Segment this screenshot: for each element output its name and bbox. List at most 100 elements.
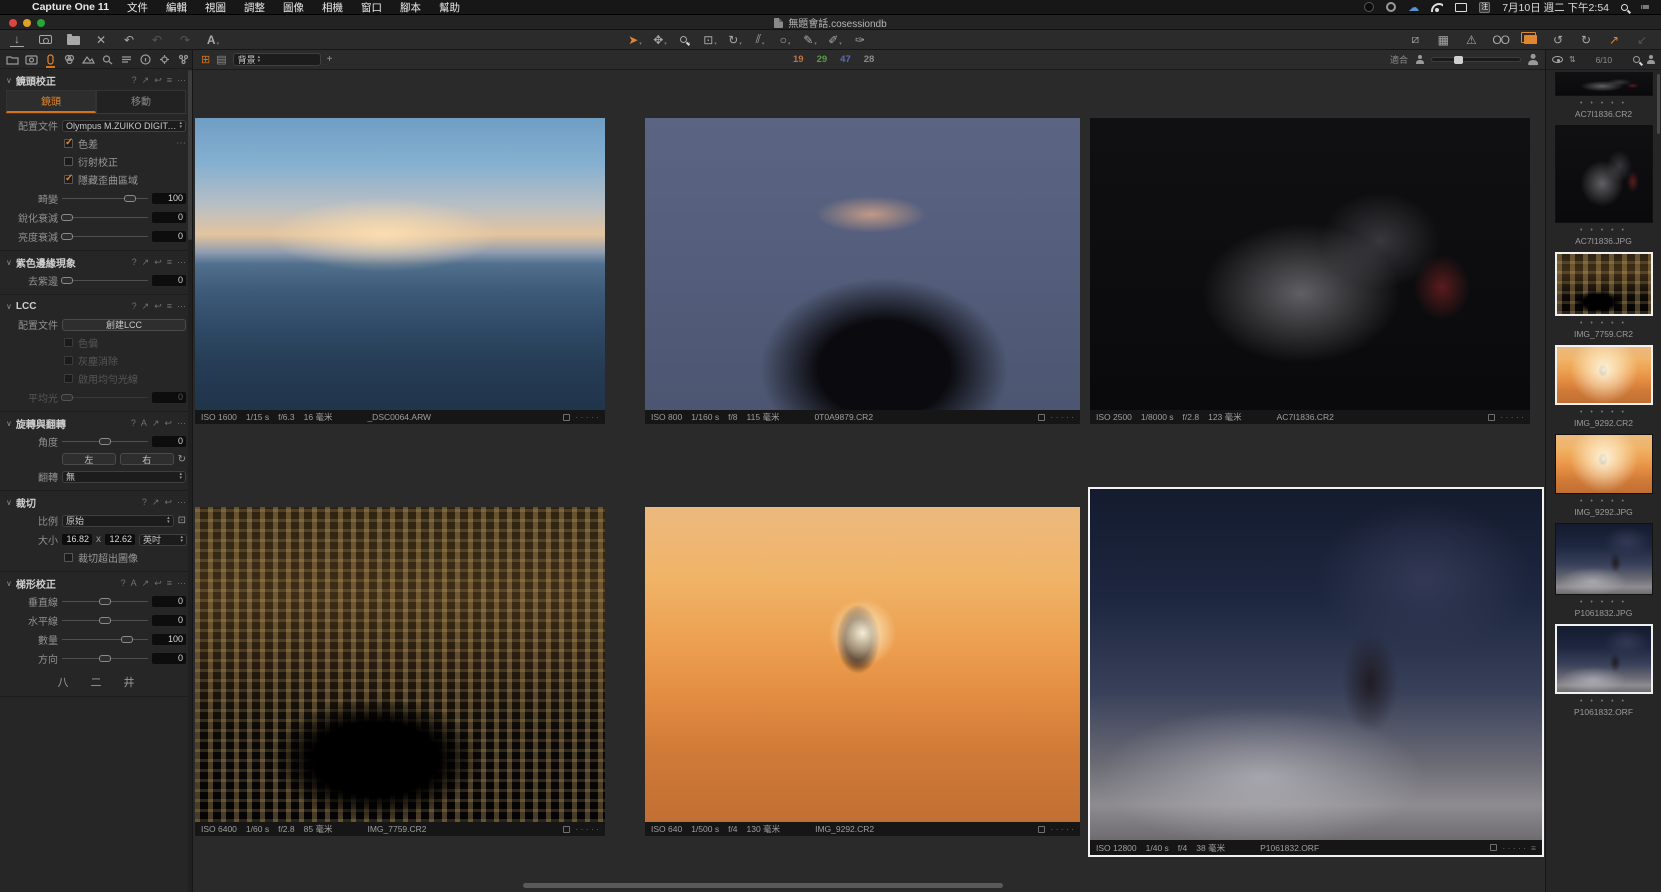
help-icon[interactable]: ? xyxy=(132,257,137,268)
reset-icon[interactable]: ↩ xyxy=(154,301,162,312)
pick-checkbox[interactable] xyxy=(1488,414,1495,421)
airplay-icon[interactable] xyxy=(1455,3,1467,12)
presets-menu-icon[interactable]: ≡ xyxy=(167,257,172,268)
face-filter-icon[interactable] xyxy=(1646,55,1655,64)
pick-checkbox[interactable] xyxy=(1038,414,1045,421)
action-menu-icon[interactable]: ⋯ xyxy=(177,418,186,429)
crop-unit-dropdown[interactable]: 英吋 ▴▾ xyxy=(139,534,187,546)
rotate-left-icon[interactable]: ↺ xyxy=(1551,33,1565,47)
help-icon[interactable]: ? xyxy=(132,75,137,86)
auto-adjust-icon[interactable]: A xyxy=(141,418,147,429)
collapse-chevron-icon[interactable]: ∨ xyxy=(6,302,12,311)
rotate-right-button[interactable]: 右 xyxy=(120,453,174,465)
action-menu-icon[interactable]: ⋯ xyxy=(177,301,186,312)
thumbnail[interactable] xyxy=(1555,523,1653,595)
tab-settings-icon[interactable] xyxy=(158,51,171,68)
pick-checkbox[interactable] xyxy=(563,414,570,421)
add-collection-button[interactable]: + xyxy=(327,54,333,65)
menu-edit[interactable]: 編輯 xyxy=(166,0,187,15)
import-adjustments-icon[interactable]: ↙ xyxy=(1635,33,1649,47)
rating-dots[interactable]: · · · · · xyxy=(1502,843,1526,853)
undo-icon[interactable]: ↶ xyxy=(122,33,136,47)
sort-filter-icon[interactable]: ⇅ xyxy=(1569,55,1575,64)
defringe-slider[interactable] xyxy=(62,276,148,285)
lens-profile-dropdown[interactable]: Olympus M.ZUIKO DIGITAL ED 12-1... ▴▾ xyxy=(62,120,186,132)
presets-menu-icon[interactable]: ≡ xyxy=(167,578,172,589)
status-app-icon[interactable] xyxy=(1386,2,1396,12)
angle-value[interactable]: 0 xyxy=(152,436,186,447)
redo-icon[interactable]: ↷ xyxy=(178,33,192,47)
rotate-left-button[interactable]: 左 xyxy=(62,453,116,465)
hide-distorted-areas-checkbox[interactable] xyxy=(64,175,73,184)
reset-icon[interactable]: ↩ xyxy=(164,497,172,508)
thumbnail[interactable] xyxy=(1555,72,1653,96)
thumbnail-selected[interactable] xyxy=(1555,252,1653,316)
crop-height-field[interactable]: 12.62 xyxy=(105,534,135,545)
pick-color-cursor-icon[interactable]: ✑ xyxy=(853,33,867,47)
exposure-warning-preview-icon[interactable]: ⧄ xyxy=(1408,33,1422,47)
pan-cursor-icon[interactable]: ✥▾ xyxy=(653,33,667,47)
straighten-tool-icon[interactable]: ↻ xyxy=(178,454,186,465)
copy-adjustment-icon[interactable]: ↗ xyxy=(152,497,160,508)
angle-slider[interactable] xyxy=(62,437,148,446)
tab-metadata-icon[interactable] xyxy=(120,51,133,68)
tab-capture-icon[interactable] xyxy=(25,51,38,68)
keystone-cursor-icon[interactable]: ⫽▾ xyxy=(753,33,767,47)
crop-cursor-icon[interactable]: ⊡▾ xyxy=(703,33,717,47)
rotate-cursor-icon[interactable]: ↻▾ xyxy=(728,33,742,47)
keystone-vertical-slider[interactable] xyxy=(62,597,148,606)
tab-output-icon[interactable] xyxy=(177,51,190,68)
filmstrip-item[interactable]: • • • • • AC7I1836.CR2 xyxy=(1555,72,1653,119)
menu-image[interactable]: 圖像 xyxy=(283,0,304,15)
input-method-icon[interactable]: 注 xyxy=(1479,2,1490,13)
count-gray[interactable]: 28 xyxy=(864,54,875,65)
keystone-vertical-value[interactable]: 0 xyxy=(152,596,186,607)
count-blue[interactable]: 47 xyxy=(840,54,851,65)
collapse-chevron-icon[interactable]: ∨ xyxy=(6,498,12,507)
thumbnail[interactable] xyxy=(1555,125,1653,223)
count-green[interactable]: 29 xyxy=(817,54,828,65)
erase-mask-cursor-icon[interactable]: ✐▾ xyxy=(828,33,842,47)
rating-dots[interactable]: • • • • • xyxy=(1580,100,1627,107)
filmstrip-scrollbar[interactable] xyxy=(1657,74,1660,134)
spotlight-search-icon[interactable] xyxy=(1621,4,1628,11)
heal-cursor-icon[interactable]: ○▾ xyxy=(778,33,792,47)
import-images-icon[interactable]: ↓ xyxy=(10,33,24,47)
image-cell[interactable]: ISO 16001/15 sf/6.316 毫米 _DSC0064.ARW · … xyxy=(195,118,605,424)
rating-dots[interactable]: · · · · · xyxy=(575,412,599,422)
action-menu-icon[interactable]: ⋯ xyxy=(177,497,186,508)
pick-checkbox[interactable] xyxy=(1038,826,1045,833)
copy-adjustment-icon[interactable]: ↗ xyxy=(142,75,150,86)
tab-info-icon[interactable] xyxy=(139,51,152,68)
loupe-cursor-icon[interactable]: ▾ xyxy=(678,33,692,47)
exposure-warning-icon[interactable]: ⚠ xyxy=(1464,33,1478,47)
filmstrip-item[interactable]: • • • • • IMG_9292.JPG xyxy=(1555,434,1653,517)
menu-bar-clock[interactable]: 7月10日 週二 下午2:54 xyxy=(1502,0,1609,15)
rating-dots[interactable]: • • • • • xyxy=(1580,599,1627,606)
copy-adjustments-icon[interactable] xyxy=(1523,33,1537,47)
tab-color-icon[interactable] xyxy=(63,51,76,68)
create-lcc-button[interactable]: 創建LCC xyxy=(62,319,186,331)
image-cell[interactable]: ISO 25001/8000 sf/2.8123 毫米 AC7I1836.CR2… xyxy=(1090,118,1530,424)
uniform-light-slider[interactable] xyxy=(62,393,148,402)
flip-dropdown[interactable]: 無 ▴▾ xyxy=(62,471,186,483)
menu-file[interactable]: 文件 xyxy=(127,0,148,15)
tab-details-icon[interactable] xyxy=(101,51,114,68)
select-cursor-icon[interactable]: ➤▾ xyxy=(628,33,642,47)
undo-secondary-icon[interactable]: ↶ xyxy=(150,33,164,47)
rating-dots[interactable]: • • • • • xyxy=(1580,698,1627,705)
light-falloff-slider[interactable] xyxy=(62,232,148,241)
auto-adjust-icon[interactable]: A xyxy=(131,578,137,589)
reset-icon[interactable]: ↩ xyxy=(164,418,172,429)
rating-dots[interactable]: • • • • • xyxy=(1580,498,1627,505)
reset-icon[interactable]: ↩ xyxy=(154,75,162,86)
notification-center-icon[interactable]: ≔ xyxy=(1640,2,1651,13)
help-icon[interactable]: ? xyxy=(142,497,147,508)
lens-tab[interactable]: 鏡頭 xyxy=(6,90,96,113)
count-orange[interactable]: 19 xyxy=(793,54,804,65)
export-icon[interactable]: ↗ xyxy=(1607,33,1621,47)
styles-icon[interactable]: A▾ xyxy=(206,33,220,47)
rating-dots[interactable]: · · · · · xyxy=(575,824,599,834)
help-icon[interactable]: ? xyxy=(132,301,137,312)
menu-window[interactable]: 窗口 xyxy=(361,0,382,15)
